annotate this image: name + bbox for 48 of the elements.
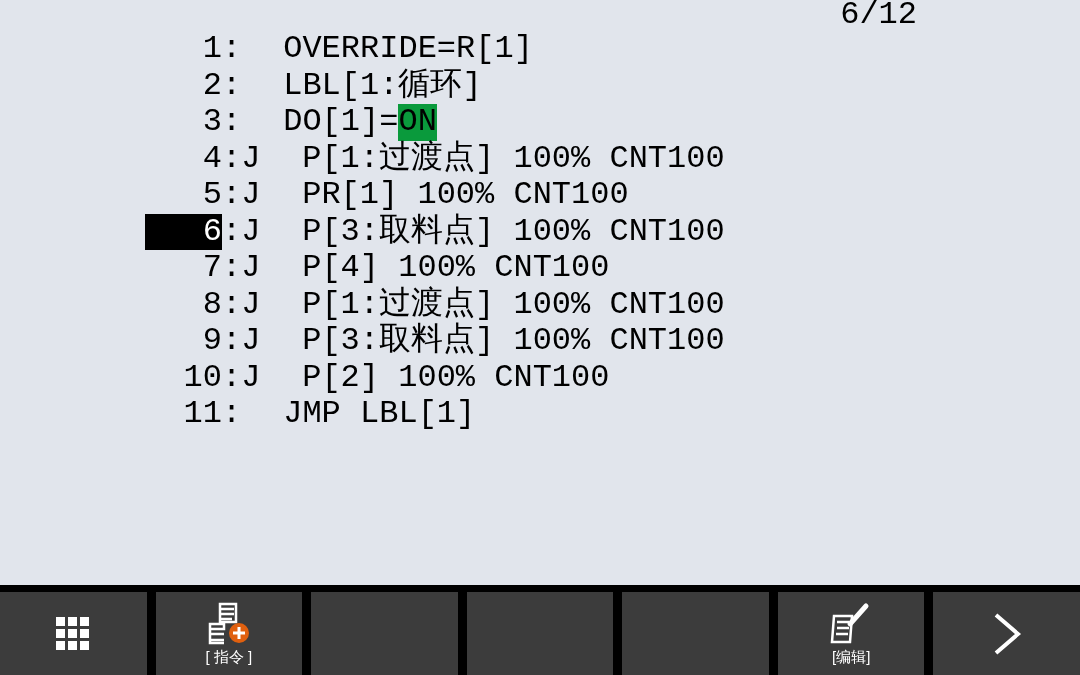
code-text: LBL[1:循环]: [283, 67, 482, 104]
softkey[interactable]: [0, 592, 147, 675]
line-number[interactable]: 8: [145, 286, 222, 323]
softkey[interactable]: [ 指令 ]: [155, 592, 303, 675]
line-number[interactable]: 9: [145, 323, 222, 360]
motion-type: J: [241, 176, 261, 213]
colon: :: [222, 286, 242, 323]
motion-type: J: [241, 285, 261, 323]
colon: :: [222, 140, 242, 177]
softkey-label: [编辑]: [832, 647, 871, 666]
code-text: JMP LBL[1]: [283, 396, 476, 433]
line-number[interactable]: 3: [145, 104, 222, 141]
colon: :: [222, 104, 242, 141]
colon: :: [222, 396, 242, 433]
code-text: DO[1]=: [283, 104, 399, 140]
code-text: PR[1] 100% CNT100: [302, 177, 629, 213]
highlighted-value: ON: [398, 104, 437, 141]
colon: :: [222, 323, 242, 360]
page-indicator: 6/12: [840, 0, 917, 30]
line-number[interactable]: 4: [145, 140, 222, 177]
line-number[interactable]: 5: [145, 177, 222, 214]
colon: :: [222, 213, 242, 250]
grid-menu-icon: [56, 616, 91, 651]
line-number[interactable]: 1: [145, 31, 222, 68]
code-text: P[1:过渡点] 100% CNT100: [302, 286, 725, 323]
colon: :: [222, 250, 242, 287]
line-number[interactable]: 2: [145, 67, 222, 104]
motion-type: J: [241, 322, 261, 359]
colon: :: [222, 359, 242, 396]
motion-type: J: [241, 139, 261, 177]
line-number[interactable]: 11: [145, 396, 222, 433]
code-text: P[2] 100% CNT100: [302, 359, 610, 396]
line-number[interactable]: 7: [145, 250, 222, 287]
line-cursor[interactable]: 6: [145, 213, 222, 250]
code-text: P[3:取料点] 100% CNT100: [302, 323, 725, 360]
motion-type: J: [241, 358, 261, 396]
line-number[interactable]: 10: [145, 359, 222, 396]
code-text: P[4] 100% CNT100: [302, 250, 610, 286]
code-text: P[1:过渡点] 100% CNT100: [302, 140, 725, 177]
softkey-label: [ 指令 ]: [205, 647, 253, 666]
code-text: P[3:取料点] 100% CNT100: [302, 213, 725, 250]
motion-type: J: [241, 212, 261, 250]
code-text: OVERRIDE=R[1]: [283, 31, 533, 68]
colon: :: [222, 31, 242, 68]
softkey[interactable]: [编辑]: [777, 592, 925, 675]
motion-type: J: [241, 249, 261, 286]
colon: :: [222, 177, 242, 214]
colon: :: [222, 67, 242, 104]
